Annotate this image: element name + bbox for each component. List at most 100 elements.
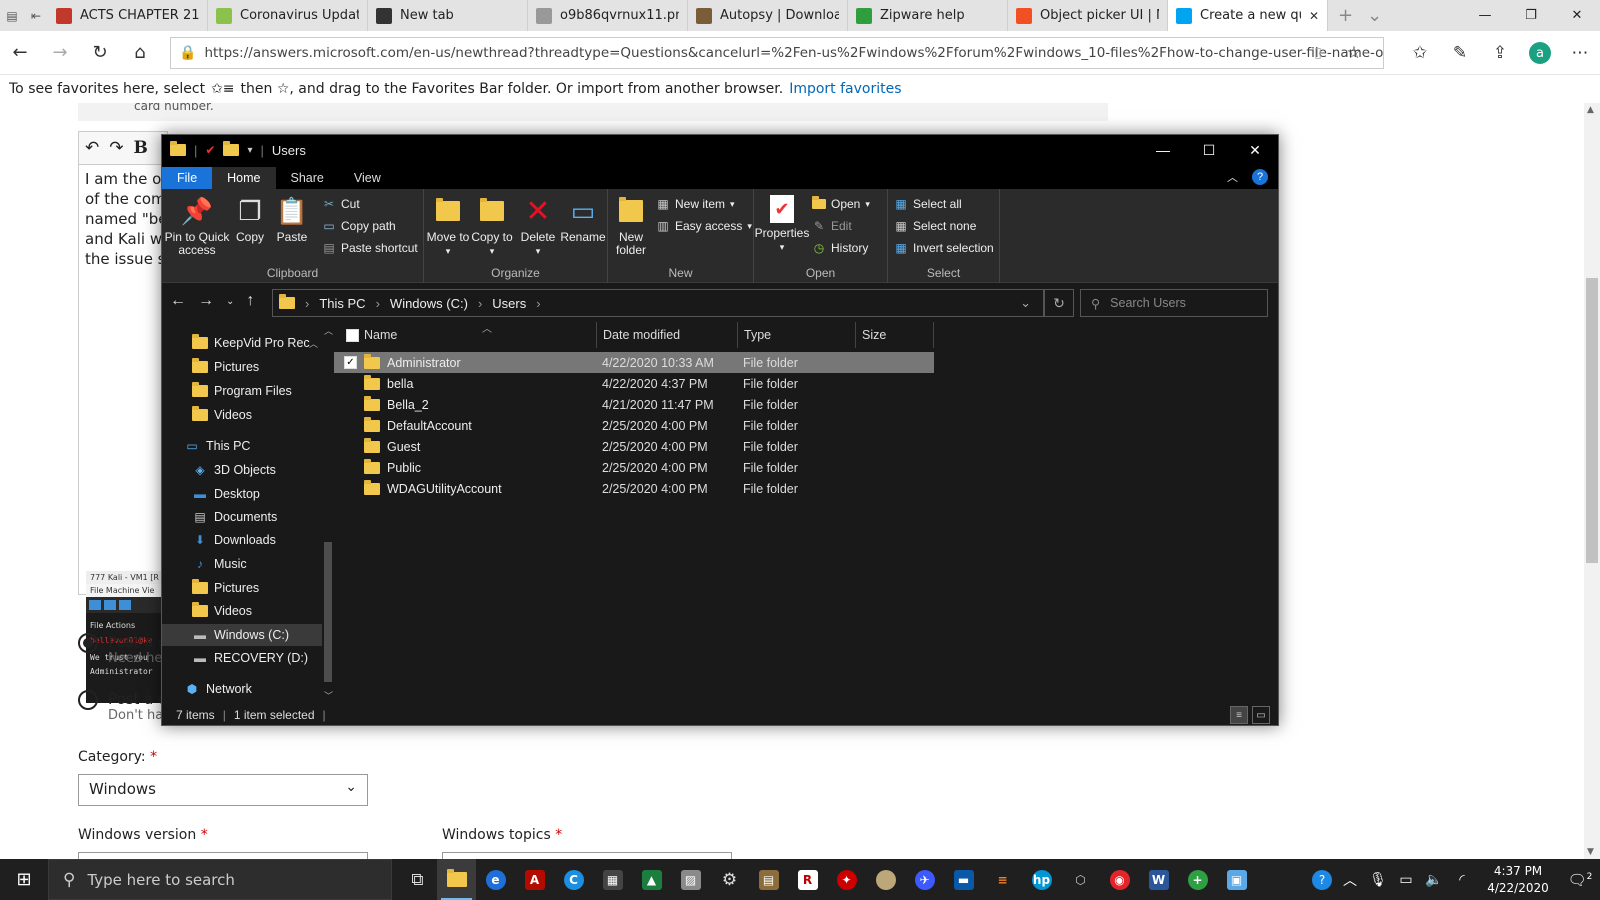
browser-tab[interactable]: Coronavirus Update [208, 0, 368, 31]
photos-taskbar-icon[interactable]: ▨ [671, 859, 710, 900]
virtualbox-taskbar-icon[interactable]: ⬡ [1061, 859, 1100, 900]
calculator-taskbar-icon[interactable]: ▦ [593, 859, 632, 900]
category-select[interactable]: Windows ⌄ [78, 774, 368, 806]
copy-to-button[interactable]: Copy to ▾ [470, 195, 514, 258]
set-aside-tabs-icon[interactable]: ⇤ [24, 0, 48, 31]
rename-button[interactable]: ▭ Rename [560, 195, 606, 244]
browser-tab[interactable]: o9b86qvrnux11.png [528, 0, 688, 31]
notifications-icon[interactable]: 🗨2 [1560, 871, 1600, 889]
nav-item[interactable]: ▤ Documents [162, 506, 322, 528]
browser-tab[interactable]: Create a new qu ✕ [1168, 0, 1328, 31]
windows-topics-select[interactable] [442, 852, 732, 859]
reading-view-icon[interactable]: ▯ [1298, 45, 1338, 61]
scroll-up-icon[interactable]: ▲ [1587, 105, 1594, 115]
invert-selection-button[interactable]: ▦ Invert selection [894, 241, 993, 255]
post-question-radio[interactable] [78, 633, 98, 653]
nav-scroll-down-icon[interactable]: ﹀ [324, 689, 333, 702]
tab-file[interactable]: File [162, 167, 213, 189]
cut-button[interactable]: ✂ Cut [322, 197, 360, 211]
nav-collapse-icon[interactable]: ︿ [309, 337, 318, 350]
pin-quick-access-button[interactable]: 📌 Pin to Quick access [164, 195, 230, 257]
new-folder-button[interactable]: New folder [608, 195, 654, 257]
start-windows-icon[interactable]: ⊞ [0, 859, 48, 900]
recent-locations-icon[interactable]: ⌄ [226, 292, 234, 310]
history-button[interactable]: ◷ History [812, 241, 869, 255]
close-tab-icon[interactable]: ✕ [1309, 9, 1319, 23]
nav-item[interactable]: ⬇ Downloads [162, 529, 322, 551]
address-bar[interactable]: 🔒 https://answers.microsoft.com/en-us/ne… [170, 37, 1384, 69]
breadcrumb-this-pc[interactable]: This PC [319, 296, 365, 311]
page-scroll-thumb[interactable] [1586, 278, 1598, 563]
browser-tab[interactable]: ACTS CHAPTER 21 K [48, 0, 208, 31]
refresh-icon[interactable]: ↻ [80, 42, 120, 63]
nav-item[interactable]: Program Files [162, 380, 322, 402]
explorer-back-icon[interactable]: ← [170, 292, 186, 310]
new-tab-icon[interactable]: + [1338, 5, 1353, 26]
nav-item[interactable]: ◈ 3D Objects [162, 459, 322, 481]
show-hidden-icons-chevron-icon[interactable]: ︿ [1336, 870, 1364, 890]
vpn-app-taskbar-icon[interactable]: ✈ [905, 859, 944, 900]
nav-item[interactable]: ▭ This PC [162, 435, 322, 457]
home-icon[interactable]: ⌂ [120, 42, 160, 63]
edit-button[interactable]: ✎ Edit [812, 219, 852, 233]
post-discussion-radio[interactable] [78, 690, 98, 710]
column-date-modified[interactable]: Date modified [597, 322, 738, 348]
nav-item[interactable]: Pictures [162, 356, 322, 378]
file-row[interactable]: Bella_2 4/21/2020 11:47 PM File folder [334, 394, 934, 415]
file-row[interactable]: ✓ Administrator 4/22/2020 10:33 AM File fol… [334, 352, 934, 373]
file-row[interactable]: Guest 2/25/2020 4:00 PM File folder [334, 436, 934, 457]
windows-version-select[interactable] [78, 852, 368, 859]
open-button[interactable]: Open ▾ [812, 196, 870, 211]
bold-icon[interactable]: B [134, 138, 148, 158]
favorite-star-icon[interactable]: ☆ [1334, 43, 1374, 63]
remote-app-taskbar-icon[interactable]: ▣ [1217, 859, 1256, 900]
qat-dropdown-icon[interactable]: ▾ [247, 145, 252, 156]
nav-item[interactable]: ▬ RECOVERY (D:) [162, 647, 322, 669]
word-taskbar-icon[interactable]: W [1139, 859, 1178, 900]
restore-button[interactable]: ❐ [1508, 0, 1554, 31]
minimize-button[interactable]: — [1462, 0, 1508, 31]
tab-share[interactable]: Share [276, 167, 339, 189]
redo-icon[interactable]: ↷ [109, 138, 123, 158]
wifi-icon[interactable]: ◜ [1448, 872, 1476, 888]
nav-item[interactable]: Pictures [162, 577, 322, 599]
microphone-icon[interactable]: 🎙 [1364, 872, 1392, 888]
file-row[interactable]: WDAGUtilityAccount 2/25/2020 4:00 PM File … [334, 478, 934, 499]
column-type[interactable]: Type [738, 322, 856, 348]
nav-item[interactable]: KeepVid Pro Rec ︿ [162, 332, 322, 354]
tab-view[interactable]: View [339, 167, 396, 189]
move-to-button[interactable]: Move to ▾ [426, 195, 470, 258]
more-menu-icon[interactable]: ⋯ [1560, 43, 1600, 63]
share-icon[interactable]: ⇪ [1480, 43, 1520, 63]
pen-icon[interactable]: ✎ [1440, 43, 1480, 63]
r-app-taskbar-icon[interactable]: R [788, 859, 827, 900]
new-item-button[interactable]: ▦ New item ▾ [656, 197, 734, 211]
paste-shortcut-button[interactable]: ▤ Paste shortcut [322, 241, 417, 255]
taskbar-search-box[interactable]: ⚲ Type here to search [48, 859, 392, 900]
explorer-forward-icon[interactable]: → [198, 292, 214, 310]
help-tray-icon[interactable]: ? [1308, 869, 1336, 890]
properties-check-icon[interactable]: ✔ [205, 143, 215, 157]
post-question-option[interactable]: Post a q Need hel [78, 633, 168, 666]
nav-item[interactable]: ▬ Desktop [162, 483, 322, 505]
nav-item[interactable]: Videos [162, 600, 322, 622]
favorites-hub-icon[interactable]: ✩ [1400, 43, 1440, 63]
column-size[interactable]: Size [856, 322, 934, 348]
post-discussion-option[interactable]: Post a d Don't hav [78, 690, 171, 723]
hp-taskbar-icon[interactable]: hp [1022, 859, 1061, 900]
browser-tab[interactable]: Zipware help [848, 0, 1008, 31]
undo-icon[interactable]: ↶ [85, 138, 99, 158]
edge-taskbar-icon[interactable]: e [476, 859, 515, 900]
explorer-refresh-button[interactable]: ↻ [1044, 289, 1074, 317]
explorer-maximize-button[interactable]: ☐ [1186, 135, 1232, 165]
nav-scroll-up-icon[interactable]: ︿ [324, 324, 333, 337]
terminal-app-taskbar-icon[interactable]: ▬ [944, 859, 983, 900]
add-app-taskbar-icon[interactable]: + [1178, 859, 1217, 900]
column-name[interactable]: Name ︿ [358, 322, 597, 348]
paste-button[interactable]: 📋 Paste [270, 195, 314, 244]
explorer-minimize-button[interactable]: — [1140, 135, 1186, 165]
file-explorer-taskbar-icon[interactable] [437, 859, 476, 900]
delete-button[interactable]: ✕ Delete ▾ [516, 195, 560, 258]
stackoverflow-taskbar-icon[interactable]: ≡ [983, 859, 1022, 900]
ccleaner-taskbar-icon[interactable]: C [554, 859, 593, 900]
